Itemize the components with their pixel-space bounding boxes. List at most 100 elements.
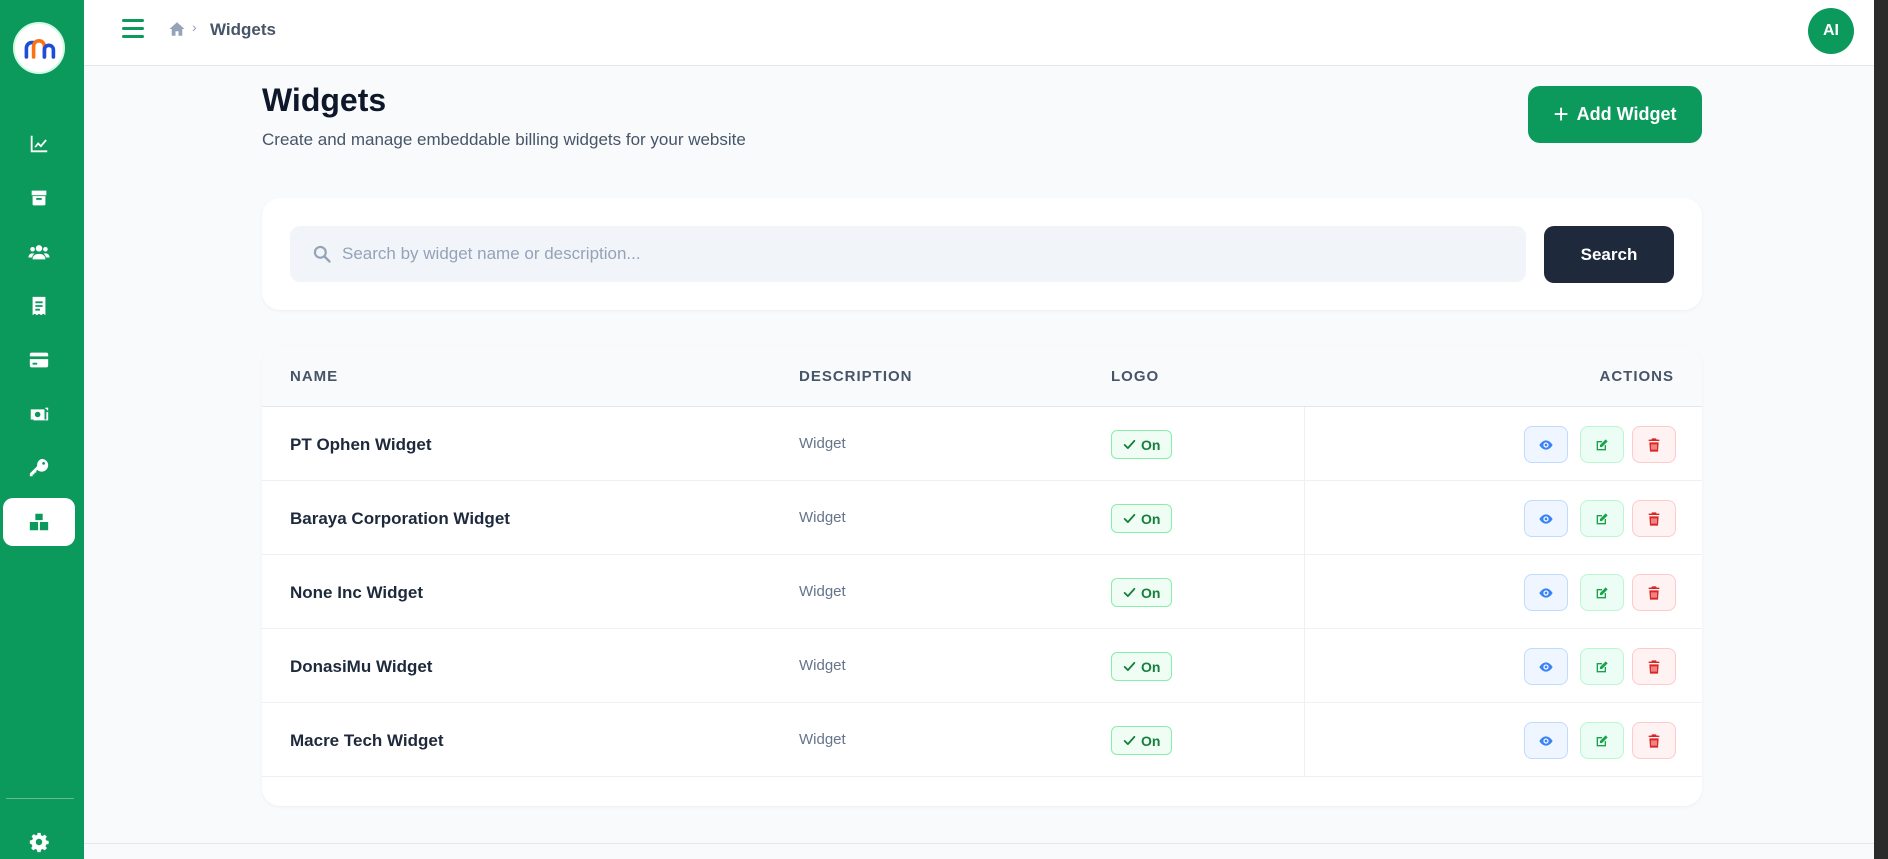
table-header: NAME DESCRIPTION LOGO ACTIONS	[262, 346, 1702, 407]
money-transfer-icon	[30, 407, 49, 421]
edit-button[interactable]	[1580, 426, 1624, 463]
view-button[interactable]	[1524, 648, 1568, 685]
check-icon	[1123, 661, 1136, 672]
check-icon	[1123, 735, 1136, 746]
breadcrumb-current: Widgets	[210, 20, 276, 39]
topbar: › Widgets AI	[84, 0, 1874, 66]
sidebar-item-invoices[interactable]	[3, 282, 75, 330]
column-header-description: DESCRIPTION	[799, 368, 913, 385]
logo-status-badge: On	[1111, 430, 1173, 459]
edit-icon	[1596, 438, 1608, 450]
widget-description: Widget	[799, 509, 846, 526]
sidebar-item-payments[interactable]	[3, 336, 75, 384]
box-icon	[31, 190, 47, 206]
table-row: Macre Tech Widget Widget On	[262, 703, 1702, 777]
search-icon	[313, 245, 331, 263]
receipt-icon	[32, 296, 46, 316]
check-icon	[1123, 587, 1136, 598]
delete-button[interactable]	[1632, 426, 1676, 463]
sidebar-item-api-keys[interactable]	[3, 444, 75, 492]
brand-logo-icon	[24, 39, 56, 59]
credit-card-icon	[29, 352, 49, 368]
check-icon	[1123, 439, 1136, 450]
delete-button[interactable]	[1632, 500, 1676, 537]
eye-icon	[1539, 735, 1553, 746]
key-icon	[29, 458, 49, 477]
logo-status-label: On	[1141, 510, 1161, 527]
column-header-actions: ACTIONS	[1599, 368, 1674, 385]
widgets-table: NAME DESCRIPTION LOGO ACTIONS PT Ophen W…	[262, 346, 1702, 806]
sidebar-item-transactions[interactable]	[3, 390, 75, 438]
column-header-name: NAME	[290, 368, 339, 385]
delete-button[interactable]	[1632, 648, 1676, 685]
sidebar	[0, 0, 84, 859]
sidebar-item-analytics[interactable]	[3, 120, 75, 168]
logo-status-label: On	[1141, 584, 1161, 601]
table-row: PT Ophen Widget Widget On	[262, 407, 1702, 481]
edit-icon	[1596, 586, 1608, 598]
menu-toggle-button[interactable]	[122, 19, 144, 39]
sidebar-item-products[interactable]	[3, 174, 75, 222]
plus-icon: +	[1553, 98, 1569, 129]
chart-line-icon	[30, 135, 48, 153]
add-widget-label: Add Widget	[1576, 104, 1677, 124]
table-row: Baraya Corporation Widget Widget On	[262, 481, 1702, 555]
eye-icon	[1539, 587, 1553, 598]
edit-button[interactable]	[1580, 648, 1624, 685]
search-input[interactable]	[342, 226, 1512, 282]
search-field	[290, 226, 1526, 282]
app-logo[interactable]	[13, 22, 65, 74]
logo-status-badge: On	[1111, 504, 1173, 533]
delete-button[interactable]	[1632, 574, 1676, 611]
edit-icon	[1596, 512, 1608, 524]
widget-name: DonasiMu Widget	[290, 657, 433, 676]
edit-button[interactable]	[1580, 500, 1624, 537]
view-button[interactable]	[1524, 426, 1568, 463]
edit-button[interactable]	[1580, 722, 1624, 759]
gear-icon	[29, 832, 49, 853]
trash-icon	[1648, 733, 1660, 748]
cubes-icon	[29, 513, 49, 531]
widget-description: Widget	[799, 583, 846, 600]
logo-status-label: On	[1141, 658, 1161, 675]
users-icon	[28, 245, 50, 260]
footer-divider	[84, 843, 1874, 844]
edit-icon	[1596, 660, 1608, 672]
eye-icon	[1539, 439, 1553, 450]
widget-name: None Inc Widget	[290, 583, 424, 602]
sidebar-item-customers[interactable]	[3, 228, 75, 276]
widget-name: Baraya Corporation Widget	[290, 509, 510, 528]
view-button[interactable]	[1524, 500, 1568, 537]
widget-name: PT Ophen Widget	[290, 435, 432, 454]
home-icon[interactable]	[168, 20, 186, 38]
page-title: Widgets	[262, 82, 387, 118]
eye-icon	[1539, 513, 1553, 524]
column-header-logo: LOGO	[1111, 368, 1160, 385]
logo-status-badge: On	[1111, 578, 1173, 607]
widget-description: Widget	[799, 731, 846, 748]
delete-button[interactable]	[1632, 722, 1676, 759]
widget-description: Widget	[799, 657, 846, 674]
logo-status-label: On	[1141, 436, 1161, 453]
sidebar-divider	[6, 798, 74, 799]
table-row: None Inc Widget Widget On	[262, 555, 1702, 629]
edit-icon	[1596, 734, 1608, 746]
trash-icon	[1648, 511, 1660, 526]
search-card: Search	[262, 198, 1702, 310]
sidebar-item-settings[interactable]	[3, 818, 75, 859]
search-button[interactable]: Search	[1544, 226, 1674, 283]
view-button[interactable]	[1524, 722, 1568, 759]
window-scrollbar[interactable]	[1874, 0, 1888, 859]
breadcrumb-separator: ›	[192, 19, 197, 35]
trash-icon	[1648, 659, 1660, 674]
sidebar-item-widgets[interactable]	[3, 498, 75, 546]
logo-status-label: On	[1141, 732, 1161, 749]
widget-name: Macre Tech Widget	[290, 731, 444, 750]
view-button[interactable]	[1524, 574, 1568, 611]
user-avatar[interactable]: AI	[1808, 8, 1854, 54]
add-widget-button[interactable]: + Add Widget	[1528, 86, 1702, 143]
page-subtitle: Create and manage embeddable billing wid…	[262, 130, 746, 149]
table-row: DonasiMu Widget Widget On	[262, 629, 1702, 703]
edit-button[interactable]	[1580, 574, 1624, 611]
logo-status-badge: On	[1111, 652, 1173, 681]
